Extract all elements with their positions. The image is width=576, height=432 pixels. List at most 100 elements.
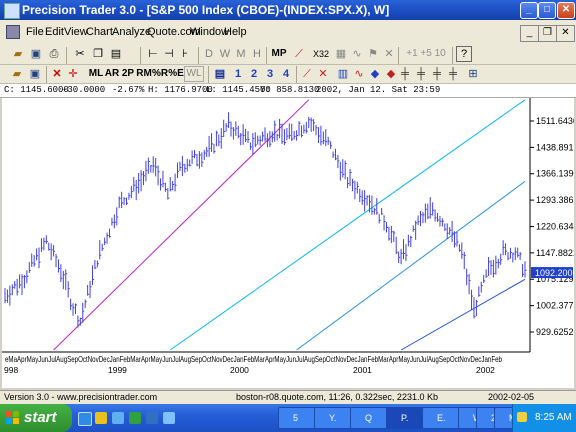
layout-3-button[interactable]: 3	[264, 66, 276, 82]
browser-quicklaunch-icon[interactable]	[78, 412, 92, 426]
trend-line[interactable]	[53, 99, 310, 351]
layout-1-button[interactable]: 1	[232, 66, 244, 82]
line-chart-icon[interactable]: ⟋	[292, 46, 306, 62]
wave-icon[interactable]: ∿	[350, 46, 364, 62]
layout-2-button[interactable]: 2	[248, 66, 260, 82]
2p-button[interactable]: 2P	[120, 66, 136, 82]
percent-r-button[interactable]: %R	[152, 66, 168, 82]
desktop-quicklaunch-icon[interactable]	[112, 412, 124, 424]
mail-quicklaunch-icon[interactable]	[146, 412, 158, 424]
cut-icon[interactable]: ✂	[72, 46, 88, 62]
print-icon[interactable]: ⎙	[46, 46, 62, 62]
price-chart[interactable]: 1511.6436 1438.8913 1366.1390 1293.3867 1220…	[2, 98, 576, 388]
save-icon[interactable]: ▣	[28, 46, 44, 62]
close-button[interactable]: ✕	[557, 2, 575, 19]
status-server: boston-r08.quote.com, 11:26, 0.322sec, 2…	[236, 392, 438, 402]
cross-icon[interactable]: ✕	[316, 66, 330, 82]
separator	[296, 66, 297, 83]
period-hourly-button[interactable]: H	[250, 46, 264, 62]
rm-button[interactable]: RM	[136, 66, 152, 82]
minimize-button[interactable]: _	[520, 2, 538, 19]
taskbar: start 5 Y. Q P. E. W 2 M 8:25 AM	[0, 404, 576, 432]
crosshair-icon[interactable]: ✛	[66, 66, 80, 82]
mdi-close-button[interactable]: ✕	[556, 25, 575, 42]
task-button-active[interactable]: P.	[386, 407, 424, 429]
chart-canvas[interactable]: 1511.6436 1438.8913 1366.1390 1293.3867 1220…	[2, 98, 576, 388]
study-icon-5[interactable]: ╪	[398, 66, 412, 82]
mdi-minimize-button[interactable]: _	[520, 25, 539, 42]
open-folder-icon[interactable]: ▰	[10, 46, 26, 62]
bar-width-3-icon[interactable]: ⊦	[178, 46, 192, 62]
folder-icon[interactable]: ▰	[10, 66, 24, 82]
paste-icon[interactable]: ▤	[108, 46, 124, 62]
task-button[interactable]: Y.	[314, 407, 352, 429]
maximize-button[interactable]: □	[538, 2, 556, 19]
task-button[interactable]: Q	[350, 407, 388, 429]
study-icon-3[interactable]: ◆	[368, 66, 382, 82]
grid-icon[interactable]: ▦	[334, 46, 348, 62]
start-button[interactable]: start	[0, 404, 72, 432]
y-axis: 1511.6436 1438.8913 1366.1390 1293.3867 1220…	[530, 116, 576, 337]
bar-width-2-icon[interactable]: ⊣	[162, 46, 176, 62]
bar-width-icon[interactable]: ⊢	[146, 46, 160, 62]
trendline-icon[interactable]: ⟋	[300, 66, 314, 82]
x-year-label: 998	[4, 365, 18, 375]
help-icon[interactable]: ?	[456, 46, 472, 62]
quote-datetime: 2002, Jan 12. Sat 23:59	[316, 85, 441, 95]
quote-change: -30.0000	[62, 85, 106, 95]
study-icon-2[interactable]: ∿	[352, 66, 366, 82]
system-tray: 8:25 AM	[512, 404, 576, 432]
x32-button[interactable]: X32	[310, 46, 332, 62]
grid-layout-icon[interactable]: ⊞	[466, 66, 480, 82]
study-icon-6[interactable]: ╪	[414, 66, 428, 82]
menu-analyze[interactable]: Analyze	[112, 26, 151, 38]
wl-button[interactable]: WL	[184, 66, 204, 82]
tray-icon[interactable]	[517, 412, 527, 422]
extra-quicklaunch-icon[interactable]	[163, 412, 175, 424]
clock: 8:25 AM	[535, 412, 572, 423]
trend-line[interactable]	[400, 278, 526, 351]
menu-chart[interactable]: Chart	[86, 26, 113, 38]
percent-e-button[interactable]: %E	[168, 66, 184, 82]
menu-file[interactable]: File	[26, 26, 44, 38]
document-icon[interactable]	[6, 25, 20, 39]
y-tick-label: 929.6252	[536, 327, 574, 337]
study-icon-4[interactable]: ◆	[384, 66, 398, 82]
folder-quicklaunch-icon[interactable]	[95, 412, 107, 424]
task-button[interactable]: E.	[422, 407, 460, 429]
window-title: Precision Trader 3.0 - [S&P 500 Index (C…	[22, 3, 390, 17]
menu-help[interactable]: Help	[224, 26, 247, 38]
app-icon[interactable]	[4, 3, 20, 19]
signal-icon[interactable]: ⚑	[366, 46, 380, 62]
study-icon-7[interactable]: ╪	[430, 66, 444, 82]
app-quicklaunch-icon[interactable]	[129, 412, 141, 424]
market-profile-button[interactable]: MP	[270, 46, 288, 62]
zoom-steps-button[interactable]: +1 +5 10	[402, 46, 450, 62]
study-icon-8[interactable]: ╪	[446, 66, 460, 82]
abc-icon[interactable]: ▤	[214, 66, 226, 82]
disk-icon[interactable]: ▣	[28, 66, 42, 82]
layout-4-button[interactable]: 4	[280, 66, 292, 82]
delete-icon[interactable]: ✕	[382, 46, 396, 62]
task-button[interactable]: 5	[278, 407, 316, 429]
separator	[198, 47, 199, 64]
ar-button[interactable]: AR	[104, 66, 120, 82]
copy-icon[interactable]: ❐	[90, 46, 106, 62]
menu-bar: File Edit View Chart Analyze Quote.com W…	[0, 20, 576, 45]
menu-edit[interactable]: Edit	[45, 26, 64, 38]
menu-view[interactable]: View	[64, 26, 88, 38]
separator	[398, 47, 399, 64]
status-bar: Version 3.0 - www.precisiontrader.com bo…	[0, 390, 576, 404]
separator	[208, 66, 209, 83]
period-weekly-button[interactable]: W	[218, 46, 232, 62]
period-daily-button[interactable]: D	[202, 46, 216, 62]
quote-bar: C: 1145.6000 -30.0000 -2.67% H: 1176.970…	[0, 84, 576, 98]
status-date: 2002-02-05	[488, 392, 535, 402]
mdi-restore-button[interactable]: ❐	[538, 25, 557, 42]
remove-study-icon[interactable]: ✕	[50, 66, 64, 82]
study-icon-1[interactable]: ▥	[336, 66, 350, 82]
ml-button[interactable]: ML	[88, 66, 104, 82]
y-tick-label: 1147.8821	[536, 248, 574, 258]
x-year-label: 2002	[476, 365, 495, 375]
period-monthly-button[interactable]: M	[234, 46, 248, 62]
